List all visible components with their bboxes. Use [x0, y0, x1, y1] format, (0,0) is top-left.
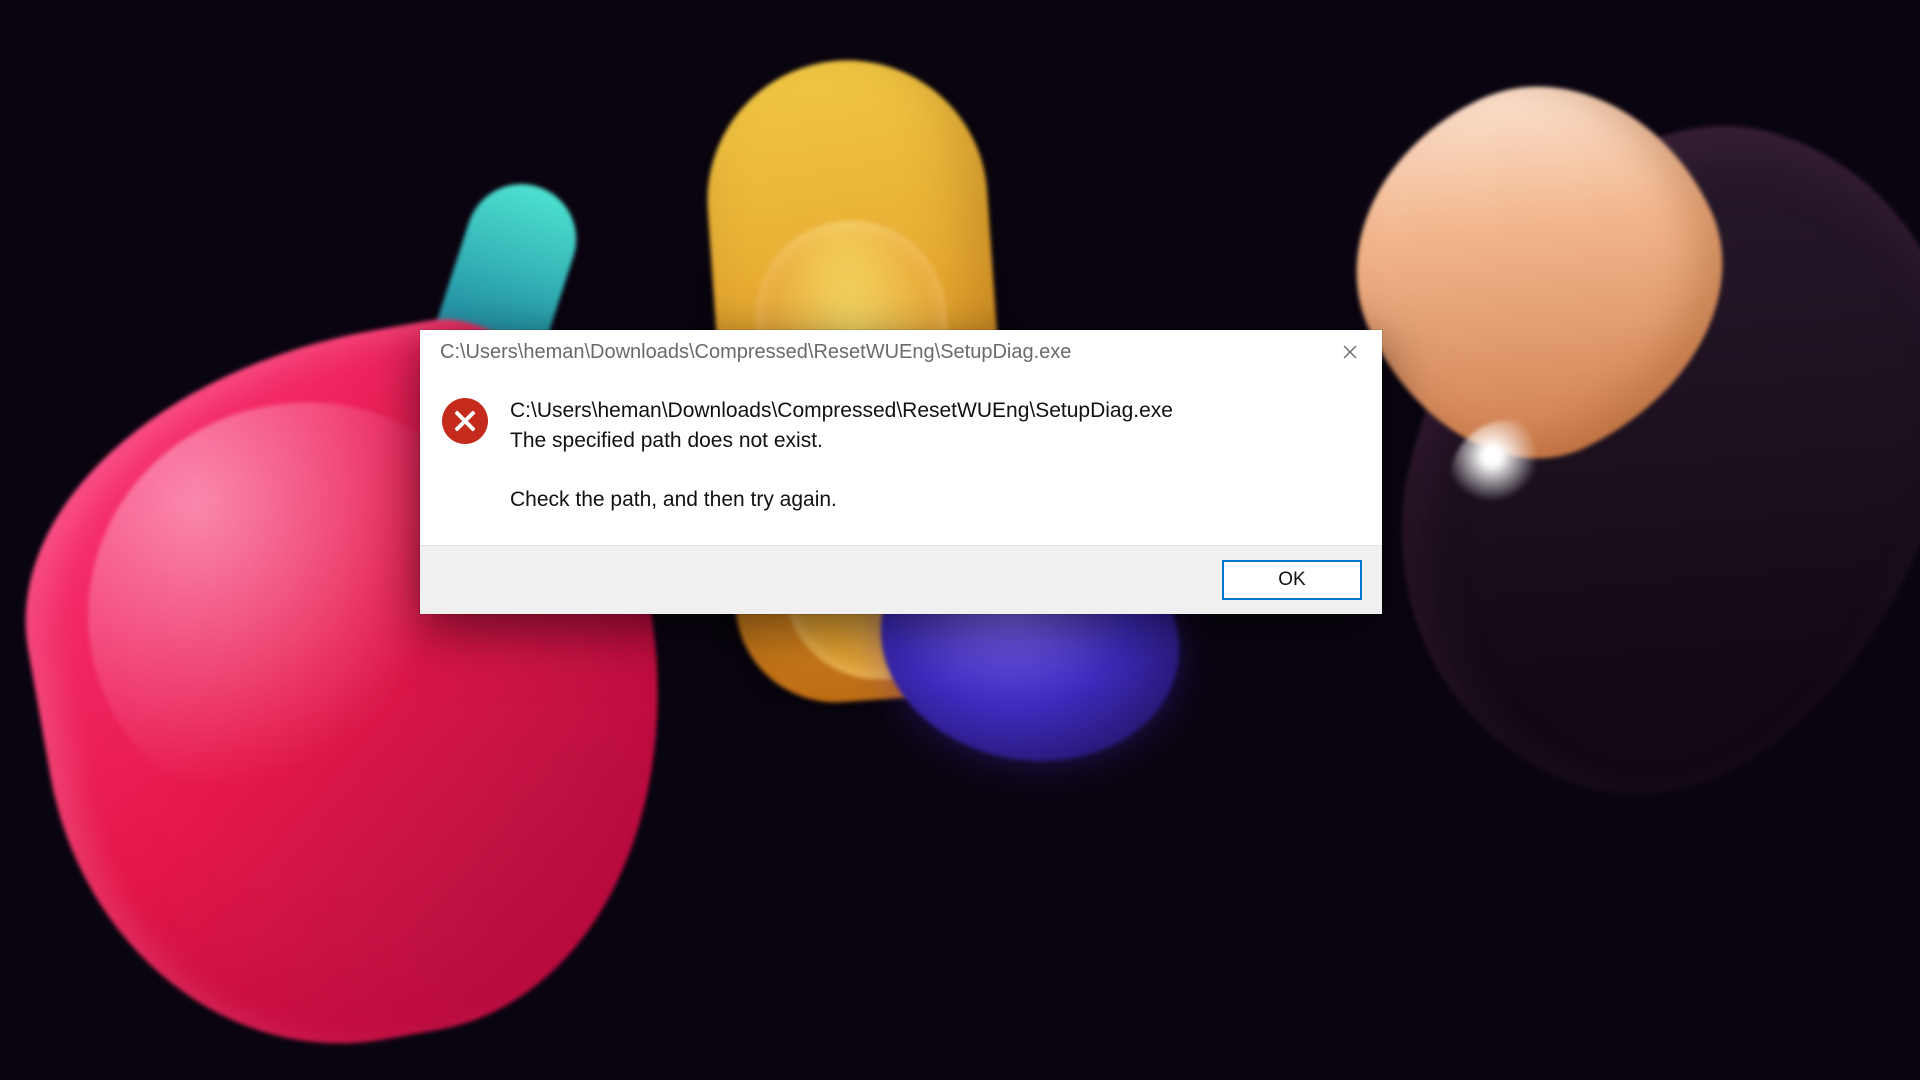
- dialog-title: C:\Users\heman\Downloads\Compressed\Rese…: [440, 341, 1322, 364]
- dialog-message: C:\Users\heman\Downloads\Compressed\Rese…: [510, 396, 1362, 515]
- message-error-text: The specified path does not exist.: [510, 426, 1362, 456]
- message-instruction: Check the path, and then try again.: [510, 485, 1362, 515]
- dialog-content: C:\Users\heman\Downloads\Compressed\Rese…: [420, 374, 1382, 545]
- dialog-titlebar[interactable]: C:\Users\heman\Downloads\Compressed\Rese…: [420, 330, 1382, 374]
- message-path: C:\Users\heman\Downloads\Compressed\Rese…: [510, 396, 1362, 426]
- close-button[interactable]: [1322, 332, 1378, 372]
- error-icon: [442, 398, 488, 444]
- dialog-footer: OK: [420, 545, 1382, 614]
- ok-button[interactable]: OK: [1222, 560, 1362, 600]
- error-dialog: C:\Users\heman\Downloads\Compressed\Rese…: [420, 330, 1382, 614]
- close-icon: [1342, 344, 1358, 360]
